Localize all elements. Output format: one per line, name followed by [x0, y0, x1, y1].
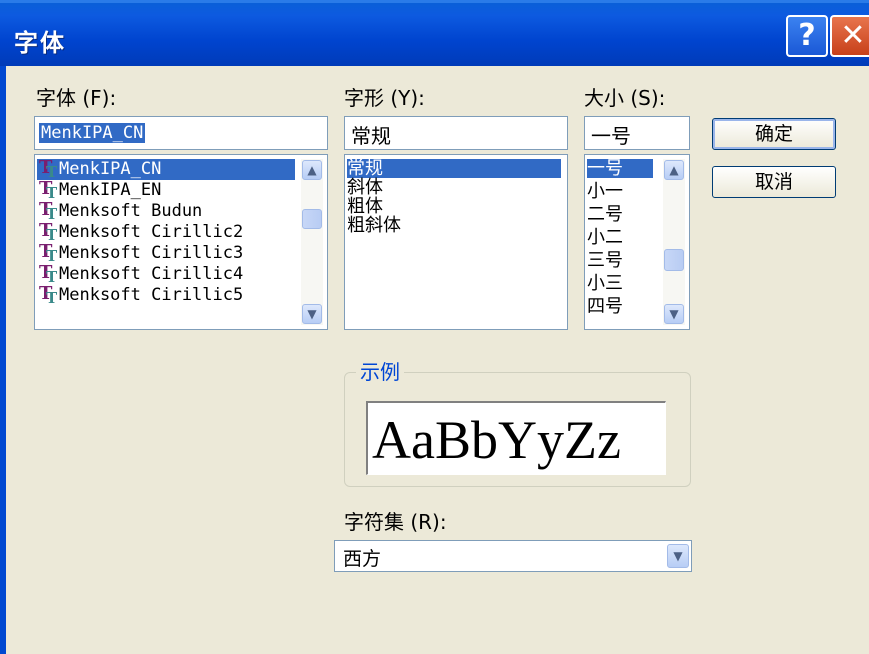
cancel-button[interactable]: 取消 [712, 166, 836, 198]
list-item[interactable]: 斜体 [347, 178, 383, 197]
help-icon[interactable]: ? [786, 15, 828, 57]
window-border [0, 66, 6, 654]
font-name-input[interactable]: MenkIPA_CN [34, 116, 328, 150]
font-style-input[interactable]: 常规 [344, 116, 568, 150]
list-item[interactable]: Menksoft Budun [37, 199, 295, 225]
truetype-font-icon [37, 241, 59, 267]
charset-select[interactable]: 西方 ▼ [334, 540, 692, 572]
truetype-font-icon [37, 283, 59, 309]
truetype-font-icon [37, 262, 59, 288]
truetype-font-icon [37, 199, 59, 225]
font-list-scrollbar[interactable]: ▲ ▼ [301, 159, 323, 325]
font-size-input[interactable]: 一号 [584, 116, 690, 150]
list-item[interactable]: 小三 [587, 274, 623, 293]
font-name-list[interactable]: MenkIPA_CN MenkIPA_EN Menksoft Budun Men… [34, 154, 328, 330]
sample-preview: AaBbYyZz [366, 401, 666, 475]
list-item[interactable]: 粗体 [347, 197, 383, 216]
chevron-down-icon[interactable]: ▼ [667, 544, 689, 568]
list-item[interactable]: 常规 [347, 159, 561, 178]
sample-group-title: 示例 [356, 356, 404, 385]
scroll-up-icon[interactable]: ▲ [664, 160, 684, 180]
close-icon[interactable]: ✕ [830, 15, 869, 57]
scroll-up-icon[interactable]: ▲ [302, 160, 322, 180]
list-item[interactable]: 四号 [587, 297, 623, 316]
list-item[interactable]: Menksoft Cirillic5 [37, 283, 295, 309]
list-item[interactable]: 粗斜体 [347, 216, 401, 235]
scroll-down-icon[interactable]: ▼ [664, 304, 684, 324]
font-size-value: 一号 [591, 124, 631, 148]
font-name-value: MenkIPA_CN [39, 123, 146, 143]
scroll-down-icon[interactable]: ▼ [302, 304, 322, 324]
list-item[interactable]: 一号 [587, 159, 653, 178]
list-item[interactable]: 二号 [587, 205, 623, 224]
ok-button[interactable]: 确定 [712, 118, 836, 150]
list-item[interactable]: Menksoft Cirillic2 [37, 220, 295, 246]
list-item[interactable]: 小二 [587, 228, 623, 247]
font-label: 字体 (F): [36, 86, 117, 110]
scroll-thumb[interactable] [302, 209, 322, 229]
font-size-list[interactable]: 一号 小一 二号 小二 三号 小三 四号 ▲ ▼ [584, 154, 690, 330]
font-style-value: 常规 [351, 124, 391, 148]
truetype-font-icon [37, 220, 59, 246]
list-item[interactable]: 三号 [587, 251, 623, 270]
size-label: 大小 (S): [584, 86, 666, 110]
list-item[interactable]: Menksoft Cirillic3 [37, 241, 295, 267]
charset-label: 字符集 (R): [344, 510, 447, 534]
list-item[interactable]: MenkIPA_CN [37, 157, 295, 183]
charset-value: 西方 [343, 548, 382, 570]
list-item[interactable]: 小一 [587, 182, 623, 201]
scroll-thumb[interactable] [664, 249, 684, 271]
list-item[interactable]: MenkIPA_EN [37, 178, 295, 204]
list-item[interactable]: Menksoft Cirillic4 [37, 262, 295, 288]
window-title: 字体 [14, 29, 66, 57]
title-bar: 字体 ? ✕ [0, 0, 869, 66]
sample-text: AaBbYyZz [372, 410, 621, 470]
truetype-font-icon [37, 178, 59, 204]
font-style-list[interactable]: 常规 斜体 粗体 粗斜体 [344, 154, 568, 330]
truetype-font-icon [37, 157, 59, 183]
style-label: 字形 (Y): [344, 86, 425, 110]
size-list-scrollbar[interactable]: ▲ ▼ [663, 159, 685, 325]
